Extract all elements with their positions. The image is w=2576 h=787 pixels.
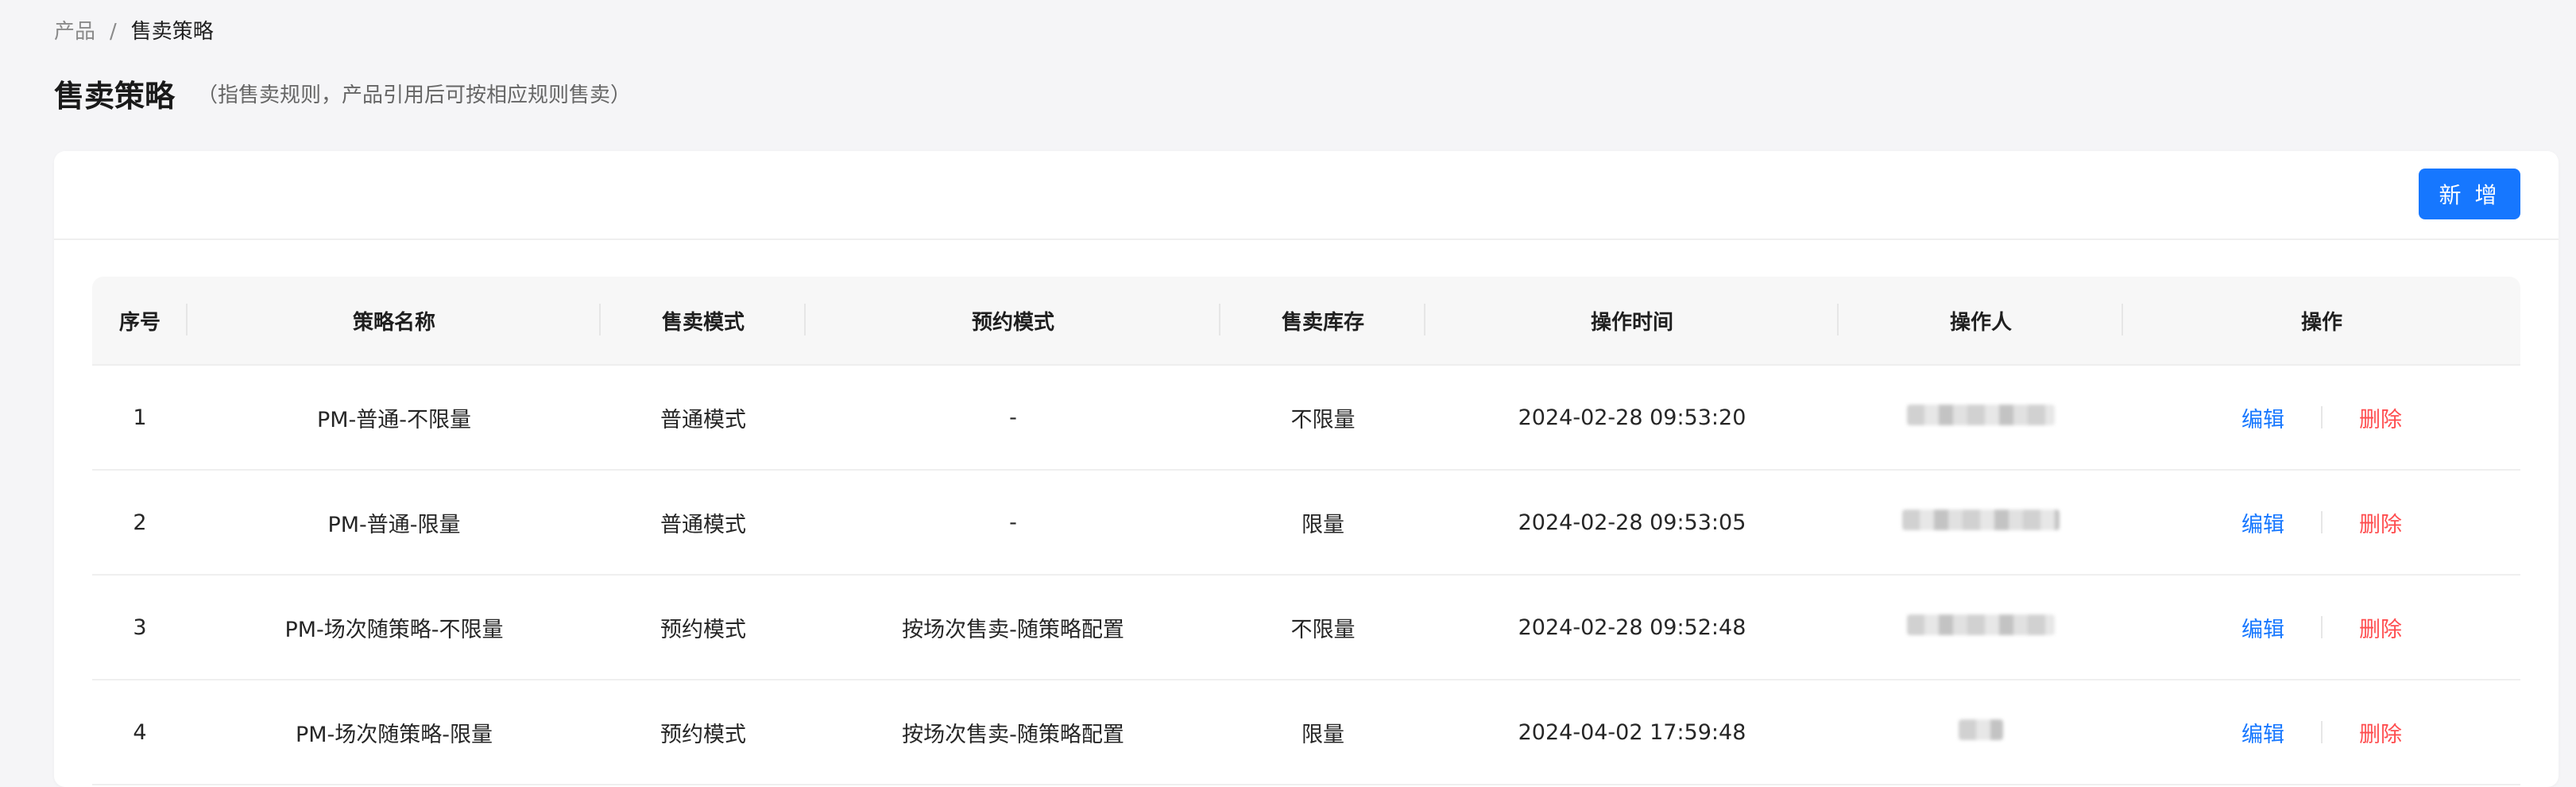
strategy-table: 序号 策略名称 售卖模式 预约模式 售卖库存 操作时间 操作人 操作 1 PM-… — [92, 277, 2520, 785]
action-divider — [2321, 406, 2323, 428]
content-card: 新 增 序号 策略名称 售卖模式 预约模式 售卖库存 操作时间 操作人 操作 1… — [54, 151, 2559, 787]
breadcrumb-item-current: 售卖策略 — [130, 20, 214, 44]
edit-link[interactable]: 编辑 — [2241, 717, 2284, 748]
cell-time: 2024-02-28 09:53:20 — [1425, 365, 1839, 471]
table-row: 1 PM-普通-不限量 普通模式 - 不限量 2024-02-28 09:53:… — [92, 365, 2520, 471]
table-row: 4 PM-场次随策略-限量 预约模式 按场次售卖-随策略配置 限量 2024-0… — [92, 680, 2520, 785]
cell-booking-mode: - — [806, 470, 1220, 576]
cell-operator — [1839, 365, 2123, 471]
breadcrumb-separator: / — [110, 20, 117, 44]
cell-booking-mode: 按场次售卖-随策略配置 — [806, 575, 1220, 680]
cell-sale-mode: 预约模式 — [601, 575, 806, 680]
cell-stock: 不限量 — [1220, 575, 1425, 680]
page-header: 售卖策略 （指售卖规则，产品引用后可按相应规则售卖） — [54, 72, 631, 115]
cell-actions: 编辑 删除 — [2123, 365, 2520, 471]
cell-time: 2024-02-28 09:52:48 — [1425, 575, 1839, 680]
column-header-index: 序号 — [92, 277, 188, 366]
column-header-operator: 操作人 — [1839, 277, 2123, 366]
edit-link[interactable]: 编辑 — [2241, 402, 2284, 433]
card-toolbar: 新 增 — [54, 151, 2559, 240]
operator-redacted — [1902, 509, 2060, 530]
cell-name: PM-普通-不限量 — [188, 365, 601, 471]
cell-name: PM-场次随策略-不限量 — [188, 575, 601, 680]
cell-operator — [1839, 575, 2123, 680]
delete-link[interactable]: 删除 — [2359, 717, 2402, 748]
table-row: 2 PM-普通-限量 普通模式 - 限量 2024-02-28 09:53:05… — [92, 470, 2520, 576]
cell-booking-mode: - — [806, 365, 1220, 471]
column-header-name: 策略名称 — [188, 277, 601, 366]
action-divider — [2321, 616, 2323, 638]
column-header-sale-mode: 售卖模式 — [601, 277, 806, 366]
cell-index: 2 — [92, 470, 188, 576]
operator-redacted — [1907, 404, 2055, 425]
table-row: 3 PM-场次随策略-不限量 预约模式 按场次售卖-随策略配置 不限量 2024… — [92, 575, 2520, 680]
cell-operator — [1839, 680, 2123, 785]
cell-time: 2024-04-02 17:59:48 — [1425, 680, 1839, 785]
cell-name: PM-普通-限量 — [188, 470, 601, 576]
page-title: 售卖策略 — [54, 79, 176, 114]
edit-link[interactable]: 编辑 — [2241, 507, 2284, 538]
cell-time: 2024-02-28 09:53:05 — [1425, 470, 1839, 576]
column-header-actions: 操作 — [2123, 277, 2520, 366]
cell-index: 3 — [92, 575, 188, 680]
page-subtitle: （指售卖规则，产品引用后可按相应规则售卖） — [197, 83, 632, 107]
delete-link[interactable]: 删除 — [2359, 507, 2402, 538]
table-header-row: 序号 策略名称 售卖模式 预约模式 售卖库存 操作时间 操作人 操作 — [92, 277, 2520, 366]
delete-link[interactable]: 删除 — [2359, 402, 2402, 433]
operator-redacted — [1959, 719, 2003, 740]
breadcrumb: 产品 / 售卖策略 — [54, 17, 214, 46]
cell-actions: 编辑 删除 — [2123, 680, 2520, 785]
add-button[interactable]: 新 增 — [2419, 169, 2520, 219]
cell-stock: 不限量 — [1220, 365, 1425, 471]
action-divider — [2321, 721, 2323, 743]
cell-stock: 限量 — [1220, 470, 1425, 576]
action-divider — [2321, 511, 2323, 533]
cell-actions: 编辑 删除 — [2123, 470, 2520, 576]
column-header-booking-mode: 预约模式 — [806, 277, 1220, 366]
cell-sale-mode: 预约模式 — [601, 680, 806, 785]
cell-stock: 限量 — [1220, 680, 1425, 785]
cell-index: 4 — [92, 680, 188, 785]
cell-actions: 编辑 删除 — [2123, 575, 2520, 680]
cell-name: PM-场次随策略-限量 — [188, 680, 601, 785]
edit-link[interactable]: 编辑 — [2241, 612, 2284, 643]
cell-sale-mode: 普通模式 — [601, 365, 806, 471]
column-header-time: 操作时间 — [1425, 277, 1839, 366]
cell-index: 1 — [92, 365, 188, 471]
cell-sale-mode: 普通模式 — [601, 470, 806, 576]
delete-link[interactable]: 删除 — [2359, 612, 2402, 643]
operator-redacted — [1907, 614, 2055, 635]
breadcrumb-item-product[interactable]: 产品 — [54, 17, 95, 46]
column-header-stock: 售卖库存 — [1220, 277, 1425, 366]
cell-operator — [1839, 470, 2123, 576]
cell-booking-mode: 按场次售卖-随策略配置 — [806, 680, 1220, 785]
